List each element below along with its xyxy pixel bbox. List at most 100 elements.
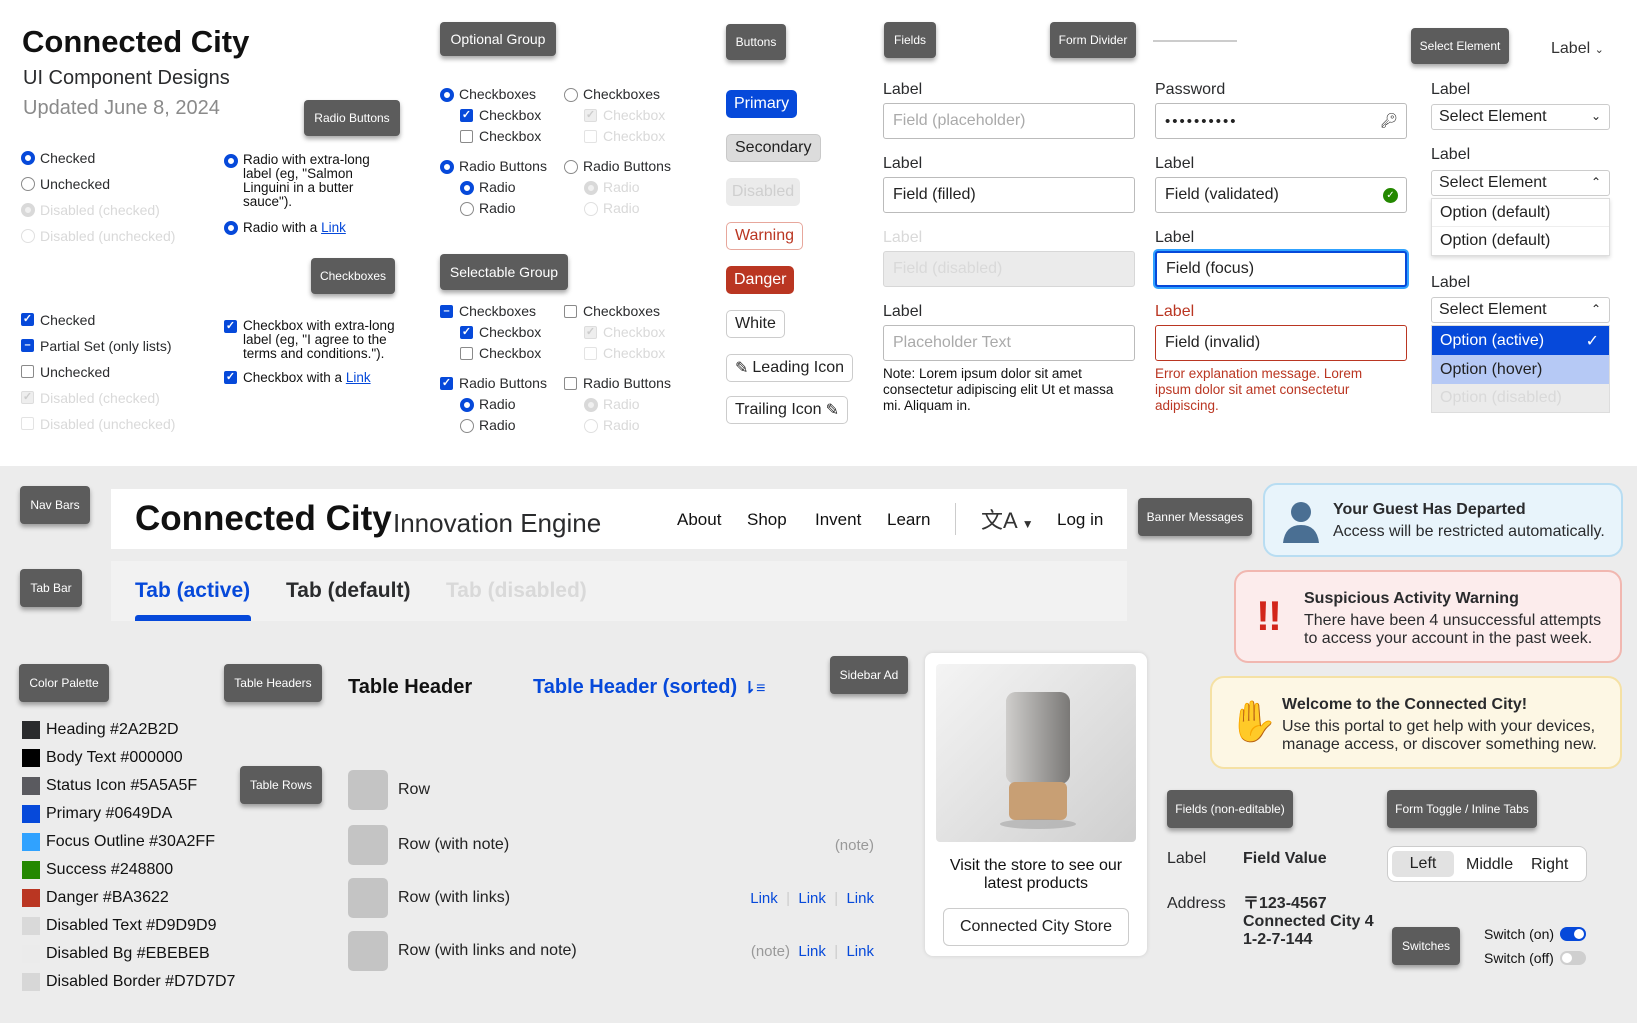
toggle-right[interactable]: Right (1531, 856, 1568, 874)
palette-item: Primary #0649DA (22, 805, 172, 823)
switch-on[interactable] (1560, 927, 1586, 941)
top-dropdown-label[interactable]: Label ⌄ (1551, 40, 1604, 58)
tab-default[interactable]: Tab (default) (286, 579, 410, 603)
checkbox-long-label[interactable]: ✓ (224, 320, 237, 333)
group-checkbox[interactable] (564, 305, 577, 318)
field-placeholder[interactable]: Field (placeholder) (883, 103, 1135, 139)
radio-with-link[interactable] (224, 221, 238, 235)
table-row[interactable]: Row (with links and note) (note) Link | L… (348, 931, 878, 971)
danger-banner: !! Suspicious Activity Warning There hav… (1234, 570, 1622, 663)
field-placeholder-text[interactable]: Placeholder Text (883, 325, 1135, 361)
nav-invent[interactable]: Invent (815, 510, 861, 530)
table-row[interactable]: Row (348, 770, 878, 810)
group-label: Checkboxes (583, 303, 661, 319)
row-link[interactable]: Link (798, 890, 826, 907)
group-checkbox[interactable] (564, 377, 577, 390)
row-link[interactable]: Link (750, 890, 778, 907)
secondary-button[interactable]: Secondary (726, 134, 821, 162)
select-option-active[interactable]: Option (active) ✓ (1432, 326, 1609, 355)
group-radio[interactable] (564, 160, 578, 174)
group-checkbox-partial[interactable]: – (440, 305, 453, 318)
password-field[interactable]: •••••••••• 🔑︎ (1155, 103, 1407, 139)
checkbox-unchecked[interactable] (21, 365, 34, 378)
danger-button[interactable]: Danger (726, 266, 795, 294)
group-label: Checkbox (603, 107, 666, 123)
group-radio[interactable] (440, 88, 454, 102)
nav-shop[interactable]: Shop (747, 510, 787, 530)
group-radio[interactable] (460, 181, 474, 195)
checkbox-link[interactable]: Link (346, 370, 371, 385)
select-menu-states: Option (active) ✓ Option (hover) Option (… (1431, 325, 1610, 413)
toggle-middle[interactable]: Middle (1466, 856, 1513, 874)
translate-icon[interactable]: 文A ▼ (981, 503, 1034, 535)
banner-title: Your Guest Has Departed (1333, 501, 1526, 518)
nav-about[interactable]: About (677, 510, 721, 530)
select-open[interactable]: Select Element ⌃ (1431, 170, 1610, 196)
field-disabled: Field (disabled) (883, 251, 1135, 287)
tag-radio-buttons: Radio Buttons (304, 100, 400, 136)
palette-item: Status Icon #5A5A5F (22, 777, 197, 795)
key-icon[interactable]: 🔑︎ (1380, 112, 1398, 129)
group-radio[interactable] (460, 419, 474, 433)
group-radio-disabled (584, 398, 598, 412)
select-option[interactable]: Option (default) (1432, 199, 1609, 227)
group-radio[interactable] (460, 398, 474, 412)
select-closed[interactable]: Select Element ⌄ (1431, 104, 1610, 130)
store-button[interactable]: Connected City Store (943, 908, 1129, 946)
field-invalid[interactable]: Field (invalid) (1155, 325, 1407, 361)
group-radio[interactable] (564, 88, 578, 102)
nav-brand[interactable]: Connected City (135, 499, 392, 539)
sheet-subtitle: UI Component Designs (23, 67, 230, 89)
checkbox-label: Checked (40, 312, 96, 328)
row-link[interactable]: Link (846, 890, 874, 907)
table-row[interactable]: Row (with note) (note) (348, 825, 878, 865)
field-filled[interactable]: Field (filled) (883, 177, 1135, 213)
radio-long-label[interactable] (224, 154, 238, 168)
row-title: Row (398, 781, 431, 798)
table-row[interactable]: Row (with links) Link | Link | Link (348, 878, 878, 918)
group-checkbox[interactable]: ✓ (440, 377, 453, 390)
group-radio[interactable] (460, 202, 474, 216)
leading-icon-button[interactable]: ✎ Leading Icon (726, 354, 854, 382)
select-open-states[interactable]: Select Element ⌃ (1431, 297, 1610, 323)
checkbox-partial[interactable]: – (21, 339, 34, 352)
table-header-sorted[interactable]: Table Header (sorted) ⇂≡ (533, 676, 765, 699)
group-checkbox-disabled: ✓ (584, 326, 597, 339)
group-checkbox[interactable]: ✓ (460, 109, 473, 122)
radio-unchecked[interactable] (21, 177, 35, 191)
group-checkbox[interactable] (460, 347, 473, 360)
radio-link[interactable]: Link (321, 220, 346, 235)
group-radio[interactable] (440, 160, 454, 174)
tab-active[interactable]: Tab (active) (135, 579, 250, 603)
product-image[interactable] (936, 664, 1136, 842)
switch-off[interactable] (1560, 951, 1586, 965)
table-header[interactable]: Table Header (348, 676, 472, 699)
white-button[interactable]: White (726, 310, 785, 338)
field-focus[interactable]: Field (focus) (1155, 251, 1407, 287)
warning-button[interactable]: Warning (726, 222, 803, 250)
select-label: Label (1431, 146, 1471, 163)
radio-link-row: Radio with a Link (243, 220, 346, 235)
toggle-left[interactable]: Left (1392, 851, 1454, 877)
field-note: Note: Lorem ipsum dolor sit amet consect… (883, 366, 1114, 413)
radio-checked[interactable] (21, 151, 35, 165)
checkbox-with-link[interactable]: ✓ (224, 371, 237, 384)
row-link[interactable]: Link (846, 943, 874, 960)
primary-button[interactable]: Primary (726, 90, 798, 118)
checkbox-checked[interactable]: ✓ (21, 313, 34, 326)
swatch (22, 917, 40, 935)
nav-login[interactable]: Log in (1057, 510, 1103, 530)
password-dots: •••••••••• (1165, 112, 1238, 130)
field-validated[interactable]: Field (validated) ✓ (1155, 177, 1407, 213)
info-banner: Your Guest Has Departed Access will be r… (1263, 483, 1623, 557)
group-checkbox[interactable] (460, 130, 473, 143)
nav-learn[interactable]: Learn (887, 510, 930, 530)
row-link[interactable]: Link (798, 943, 826, 960)
group-checkbox[interactable]: ✓ (460, 326, 473, 339)
select-option-hover[interactable]: Option (hover) (1432, 355, 1609, 384)
select-option[interactable]: Option (default) (1432, 227, 1609, 255)
form-divider-line (1153, 40, 1237, 42)
field-label: Label (1155, 229, 1195, 246)
select-value: Select Element (1439, 174, 1547, 191)
trailing-icon-button[interactable]: Trailing Icon ✎ (726, 396, 848, 424)
